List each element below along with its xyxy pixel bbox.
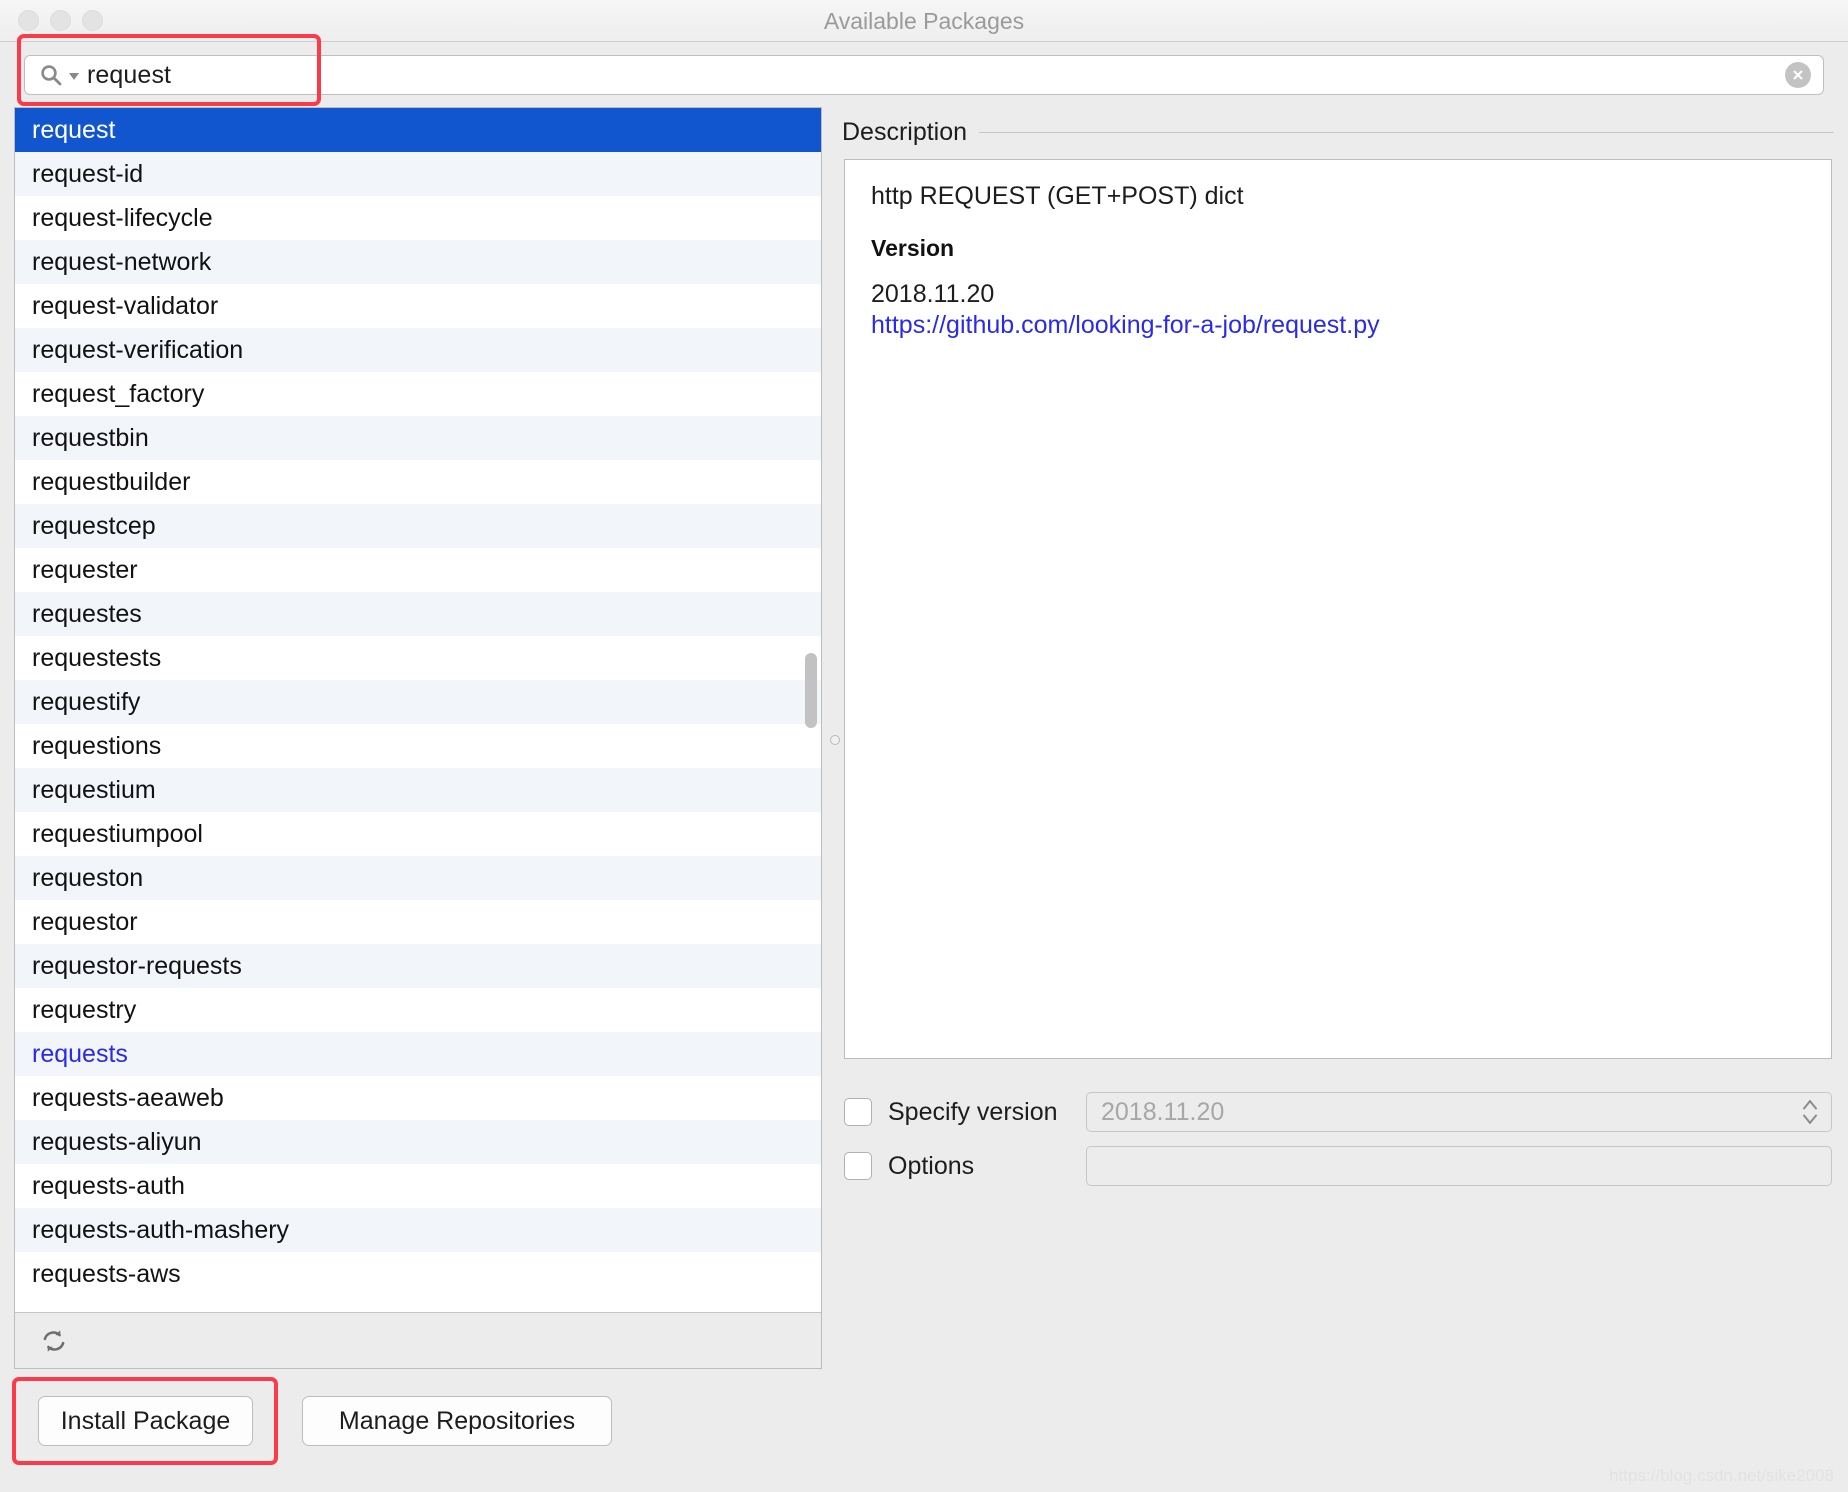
dialog-button-bar: Install Package Manage Repositories http… [0,1372,1848,1492]
package-list-item[interactable]: request_factory [15,372,821,416]
description-version-heading: Version [871,235,955,261]
clear-search-icon[interactable] [1785,62,1811,88]
package-list-item[interactable]: requestium [15,768,821,812]
search-icon [39,63,63,87]
package-list-item[interactable]: requestry [15,988,821,1032]
description-version-value: 2018.11.20 [871,280,995,308]
package-list-item[interactable]: requestify [15,680,821,724]
install-package-button[interactable]: Install Package [38,1396,253,1446]
package-list-item[interactable]: requestor [15,900,821,944]
specify-version-checkbox[interactable] [844,1098,872,1126]
description-legend: Description [842,117,1834,147]
panel-splitter[interactable] [828,107,842,1369]
search-bar-region: request [0,43,1848,107]
package-list-item[interactable]: requestbuilder [15,460,821,504]
description-project-link[interactable]: https://github.com/looking-for-a-job/req… [871,311,1380,340]
window-title: Available Packages [823,8,1025,34]
description-summary: http REQUEST (GET+POST) dict [871,182,1244,210]
package-list-item[interactable]: request-validator [15,284,821,328]
package-list-item[interactable]: request-id [15,152,821,196]
window-titlebar: Available Packages [0,0,1848,42]
package-list-item[interactable]: requests-aeaweb [15,1076,821,1120]
package-list-item[interactable]: request-network [15,240,821,284]
refresh-icon[interactable] [37,1324,71,1358]
package-list-item[interactable]: requests-aliyun [15,1120,821,1164]
manage-repositories-button[interactable]: Manage Repositories [302,1396,612,1446]
install-options: Specify version 2018.11.20 Options [844,1085,1832,1193]
description-panel: Description http REQUEST (GET+POST) dict… [842,107,1834,1369]
specify-version-value: 2018.11.20 [1101,1097,1225,1126]
package-list-item[interactable]: requestions [15,724,821,768]
package-list-item[interactable]: request-lifecycle [15,196,821,240]
options-label: Options [888,1151,975,1180]
options-row: Options [844,1139,1832,1193]
description-content: http REQUEST (GET+POST) dict Version 201… [844,159,1832,1059]
options-checkbox[interactable] [844,1152,872,1180]
watermark: https://blog.csdn.net/sike2008 [1609,1466,1834,1485]
options-field[interactable] [1086,1146,1832,1186]
scrollbar-thumb[interactable] [805,653,817,728]
package-list-item[interactable]: request [15,108,821,152]
search-input[interactable]: request [24,55,1824,95]
package-list-item[interactable]: requestes [15,592,821,636]
specify-version-row: Specify version 2018.11.20 [844,1085,1832,1139]
package-list[interactable]: request request-id request-lifecycle reques… [15,108,821,1312]
package-list-item[interactable]: requests-auth [15,1164,821,1208]
specify-version-field[interactable]: 2018.11.20 [1086,1092,1832,1132]
package-list-item[interactable]: requestcep [15,504,821,548]
splitter-handle[interactable] [830,735,840,745]
package-list-item[interactable]: requestests [15,636,821,680]
package-list-item[interactable]: requestbin [15,416,821,460]
version-stepper[interactable] [1801,1100,1819,1125]
package-list-item[interactable]: requests [15,1032,821,1076]
search-input-value: request [87,60,172,89]
package-list-item[interactable]: requestor-requests [15,944,821,988]
description-legend-label: Description [842,117,968,146]
package-list-item[interactable]: requeston [15,856,821,900]
package-list-scrollbar[interactable] [804,108,818,1312]
main-content: request request-id request-lifecycle reques… [0,107,1848,1372]
package-list-footer [15,1312,821,1368]
package-list-item[interactable]: request-verification [15,328,821,372]
package-list-item[interactable]: requestiumpool [15,812,821,856]
package-list-item[interactable]: requester [15,548,821,592]
caret-down-icon[interactable] [69,73,79,80]
specify-version-label: Specify version [888,1097,1058,1126]
package-list-item[interactable]: requests-auth-mashery [15,1208,821,1252]
package-list-panel: request request-id request-lifecycle reques… [14,107,822,1369]
package-list-item[interactable]: requests-aws [15,1252,821,1296]
legend-divider [979,131,1834,133]
